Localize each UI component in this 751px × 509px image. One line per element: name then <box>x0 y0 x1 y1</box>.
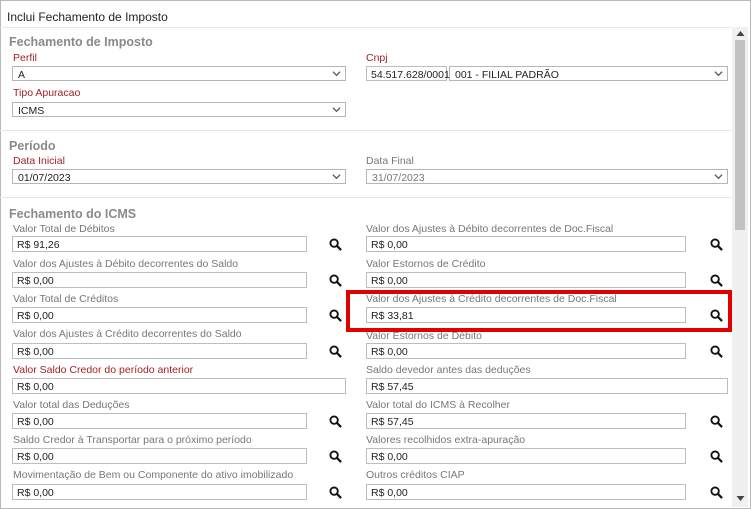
tipo-apuracao-select[interactable]: ICMS <box>12 102 346 117</box>
title-bar: Inclui Fechamento de Imposto <box>1 1 750 28</box>
icms-recolher-value: R$ 57,45 <box>371 416 414 428</box>
tipo-apuracao-label: Tipo Apuracao <box>13 87 81 99</box>
movimentacao-bem-label: Movimentação de Bem ou Componente do ati… <box>13 469 294 481</box>
chevron-down-icon <box>714 174 723 180</box>
scroll-up-arrow-icon[interactable] <box>736 30 745 37</box>
search-icon[interactable] <box>329 238 342 251</box>
valor-total-debitos-field[interactable]: R$ 91,26 <box>12 236 307 252</box>
search-icon[interactable] <box>329 486 342 499</box>
chevron-down-icon <box>332 107 341 113</box>
search-icon[interactable] <box>329 450 342 463</box>
search-icon[interactable] <box>710 415 723 428</box>
section-fechamento: Fechamento de Imposto <box>9 35 153 49</box>
ajustes-debito-doc-label: Valor dos Ajustes à Débito decorrentes d… <box>366 223 614 235</box>
saldo-credor-transportar-label: Saldo Credor à Transportar para o próxim… <box>13 434 252 446</box>
separator <box>0 197 731 198</box>
data-final-select[interactable]: 31/07/2023 <box>366 169 728 184</box>
search-icon[interactable] <box>710 238 723 251</box>
recolhidos-extra-value: R$ 0,00 <box>371 451 408 463</box>
ajustes-debito-doc-value: R$ 0,00 <box>371 239 408 251</box>
outros-creditos-ciap-value: R$ 0,00 <box>371 487 408 499</box>
data-final-label: Data Final <box>366 155 414 167</box>
estornos-debito-field[interactable]: R$ 0,00 <box>366 343 686 359</box>
estornos-credito-field[interactable]: R$ 0,00 <box>366 272 686 288</box>
saldo-credor-anterior-field[interactable]: R$ 0,00 <box>12 378 346 394</box>
saldo-credor-anterior-value: R$ 0,00 <box>17 381 54 393</box>
valor-total-debitos-value: R$ 91,26 <box>17 239 60 251</box>
ajustes-debito-doc-field[interactable]: R$ 0,00 <box>366 236 686 252</box>
ajustes-debito-saldo-field[interactable]: R$ 0,00 <box>12 272 307 288</box>
search-icon[interactable] <box>329 274 342 287</box>
ajustes-debito-saldo-value: R$ 0,00 <box>17 275 54 287</box>
search-icon[interactable] <box>329 415 342 428</box>
estornos-credito-value: R$ 0,00 <box>371 275 408 287</box>
saldo-devedor-label: Saldo devedor antes das deduções <box>366 364 531 376</box>
data-inicial-select[interactable]: 01/07/2023 <box>12 169 346 184</box>
saldo-devedor-field[interactable]: R$ 57,45 <box>366 378 728 394</box>
scrollbar-thumb[interactable] <box>735 40 745 230</box>
recolhidos-extra-field[interactable]: R$ 0,00 <box>366 448 686 464</box>
icms-recolher-field[interactable]: R$ 57,45 <box>366 413 686 429</box>
search-icon[interactable] <box>710 450 723 463</box>
valor-total-creditos-label: Valor Total de Créditos <box>13 293 119 305</box>
title-separator <box>0 27 731 28</box>
estornos-debito-value: R$ 0,00 <box>371 346 408 358</box>
estornos-credito-label: Valor Estornos de Crédito <box>366 258 486 270</box>
valor-total-creditos-field[interactable]: R$ 0,00 <box>12 307 307 323</box>
section-periodo: Período <box>9 139 56 153</box>
search-icon[interactable] <box>329 345 342 358</box>
data-final-value: 31/07/2023 <box>372 172 425 184</box>
search-icon[interactable] <box>710 274 723 287</box>
perfil-value: A <box>18 69 26 81</box>
filial-select[interactable]: 001 - FILIAL PADRÃO <box>449 66 728 81</box>
search-icon[interactable] <box>329 309 342 322</box>
total-deducoes-value: R$ 0,00 <box>17 416 54 428</box>
outros-creditos-ciap-label: Outros créditos CIAP <box>366 469 465 481</box>
cnpj-value: 54.517.628/0001- <box>371 69 454 81</box>
recolhidos-extra-label: Valores recolhidos extra-apuração <box>366 434 526 446</box>
search-icon[interactable] <box>710 345 723 358</box>
movimentacao-bem-field[interactable]: R$ 0,00 <box>12 484 307 500</box>
saldo-credor-transportar-value: R$ 0,00 <box>17 451 54 463</box>
saldo-credor-transportar-field[interactable]: R$ 0,00 <box>12 448 307 464</box>
saldo-credor-anterior-label: Valor Saldo Credor do período anterior <box>13 364 194 376</box>
tipo-apuracao-value: ICMS <box>18 105 45 117</box>
total-deducoes-field[interactable]: R$ 0,00 <box>12 413 307 429</box>
separator <box>0 130 731 131</box>
chevron-down-icon <box>714 71 723 77</box>
ajustes-credito-saldo-label: Valor dos Ajustes à Crédito decorrentes … <box>13 328 242 340</box>
data-inicial-label: Data Inicial <box>13 155 65 167</box>
ajustes-credito-saldo-field[interactable]: R$ 0,00 <box>12 343 307 359</box>
movimentacao-bem-value: R$ 0,00 <box>17 487 54 499</box>
search-icon[interactable] <box>710 486 723 499</box>
data-inicial-value: 01/07/2023 <box>18 172 71 184</box>
filial-value: 001 - FILIAL PADRÃO <box>455 69 559 81</box>
ajustes-credito-saldo-value: R$ 0,00 <box>17 346 54 358</box>
total-deducoes-label: Valor total das Deduções <box>13 399 130 411</box>
outros-creditos-ciap-field[interactable]: R$ 0,00 <box>366 484 686 500</box>
scroll-down-arrow-icon[interactable] <box>736 495 745 502</box>
section-icms: Fechamento do ICMS <box>9 207 137 221</box>
cnpj-field[interactable]: 54.517.628/0001- <box>366 66 453 81</box>
perfil-select[interactable]: A <box>12 66 346 81</box>
cnpj-label: Cnpj <box>366 52 388 64</box>
ajustes-debito-saldo-label: Valor dos Ajustes à Débito decorrentes d… <box>13 258 239 270</box>
chevron-down-icon <box>332 174 341 180</box>
highlight-box <box>346 290 732 332</box>
chevron-down-icon <box>332 71 341 77</box>
window-title: Inclui Fechamento de Imposto <box>7 10 168 24</box>
valor-total-debitos-label: Valor Total de Débitos <box>13 223 115 235</box>
valor-total-creditos-value: R$ 0,00 <box>17 310 54 322</box>
saldo-devedor-value: R$ 57,45 <box>371 381 414 393</box>
perfil-label: Perfil <box>13 52 37 64</box>
icms-recolher-label: Valor total do ICMS à Recolher <box>366 399 510 411</box>
